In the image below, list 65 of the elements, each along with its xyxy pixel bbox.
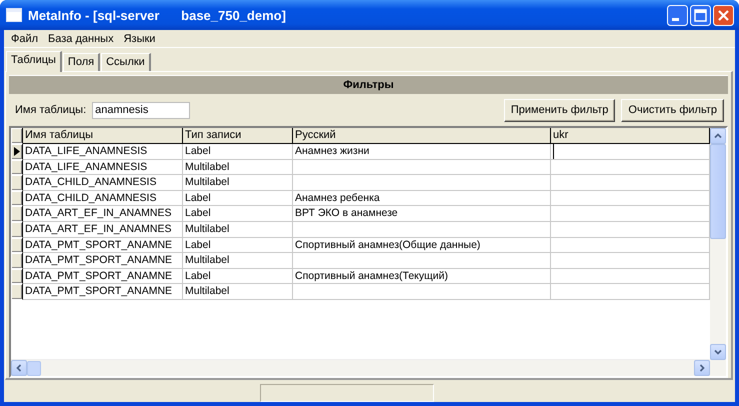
table-cell: DATA_CHILD_ANAMNESIS: [23, 190, 183, 206]
row-indicator[interactable]: [11, 175, 23, 191]
row-indicator[interactable]: [11, 190, 23, 206]
table-cell: Multilabel: [183, 284, 293, 300]
row-indicator[interactable]: [11, 238, 23, 254]
filter-button[interactable]: Применить фильтр: [504, 98, 616, 122]
table-cell: ВРТ ЭКО в анамнезе: [293, 206, 551, 222]
column-header[interactable]: Тип записи: [183, 128, 293, 144]
table-cell: DATA_PMT_SPORT_ANAMNE: [23, 253, 183, 269]
minimize-button[interactable]: [667, 4, 688, 26]
tab[interactable]: Таблицы: [6, 51, 62, 72]
row-indicator[interactable]: [11, 222, 23, 238]
scroll-up-button[interactable]: [710, 128, 726, 144]
menu-item[interactable]: База данных: [43, 32, 119, 44]
tab[interactable]: Ссылки: [101, 53, 151, 71]
vertical-scrollbar[interactable]: [710, 128, 726, 376]
input-field[interactable]: anamnesis: [92, 102, 190, 118]
column-header[interactable]: ukr: [551, 128, 710, 144]
menu-item[interactable]: Языки: [118, 32, 160, 44]
field-label: Имя таблицы:: [15, 104, 86, 116]
filter-header: Фильтры: [9, 75, 728, 94]
table-cell: Анамнез ребенка: [293, 190, 551, 206]
table-cell: DATA_ART_EF_IN_ANAMNES: [23, 206, 183, 222]
table-cell: DATA_CHILD_ANAMNESIS: [23, 175, 183, 191]
table-cell: DATA_PMT_SPORT_ANAMNE: [23, 238, 183, 254]
table-cell: Спортивный анамнез(Текущий): [293, 268, 551, 284]
maximize-button[interactable]: [690, 4, 711, 26]
row-indicator[interactable]: [11, 206, 23, 222]
row-indicator[interactable]: [11, 268, 23, 284]
row-indicator[interactable]: [11, 160, 23, 176]
scroll-down-button[interactable]: [710, 344, 726, 360]
scroll-right-button[interactable]: [694, 360, 710, 376]
table-cell: Label: [183, 206, 293, 222]
table-cell: Multilabel: [183, 160, 293, 176]
column-header[interactable]: Имя таблицы: [23, 128, 183, 144]
tab[interactable]: Поля: [62, 53, 100, 71]
table-cell: Label: [183, 144, 293, 160]
close-button[interactable]: [713, 4, 734, 26]
row-header: [11, 128, 23, 144]
table-cell: Label: [183, 190, 293, 206]
table-cell: DATA_LIFE_ANAMNESIS: [23, 160, 183, 176]
filter-button[interactable]: Очистить фильтр: [621, 98, 724, 122]
window-title: MetaInfo - [sql-server base_750_demo]: [28, 8, 287, 22]
horizontal-scrollbar[interactable]: [11, 359, 710, 376]
row-indicator[interactable]: [11, 284, 23, 300]
row-indicator[interactable]: [11, 144, 23, 160]
row-indicator[interactable]: [11, 253, 23, 269]
window-icon: [6, 8, 22, 22]
table-cell: Анамнез жизни: [293, 144, 551, 160]
scroll-thumb[interactable]: [27, 360, 41, 376]
table-cell: Multilabel: [183, 222, 293, 238]
table-cell: DATA_ART_EF_IN_ANAMNES: [23, 222, 183, 238]
scroll-left-button[interactable]: [11, 360, 27, 376]
scroll-thumb[interactable]: [710, 144, 726, 239]
menu-item[interactable]: Файл: [6, 32, 44, 44]
table-cell: DATA_PMT_SPORT_ANAMNE: [23, 268, 183, 284]
row-pointer-icon: [14, 146, 20, 156]
table-cell: Multilabel: [183, 175, 293, 191]
table-cell: Label: [183, 238, 293, 254]
table-cell: Спортивный анамнез(Общие данные): [293, 238, 551, 254]
column-header[interactable]: Русский: [293, 128, 551, 144]
table-cell: DATA_PMT_SPORT_ANAMNE: [23, 284, 183, 300]
table-cell: Multilabel: [183, 253, 293, 269]
table-cell: DATA_LIFE_ANAMNESIS: [23, 144, 183, 160]
table-cell: Label: [183, 268, 293, 284]
